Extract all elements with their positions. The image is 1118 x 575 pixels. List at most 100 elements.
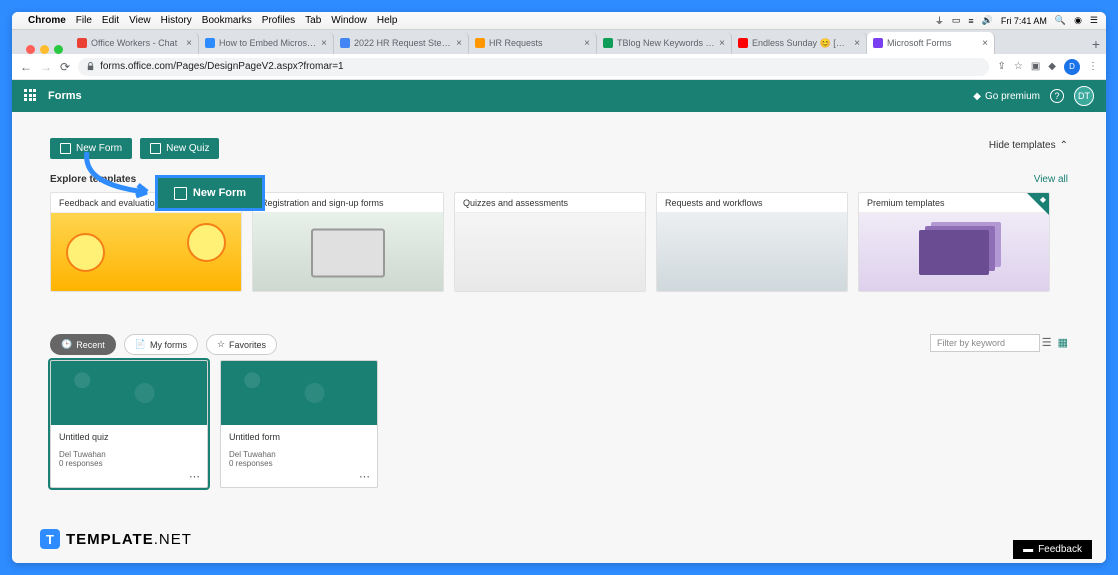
filter-placeholder: Filter by keyword: [937, 338, 1005, 348]
clock[interactable]: Fri 7:41 AM: [1001, 16, 1047, 26]
wifi2-icon[interactable]: ≡: [968, 16, 973, 26]
watermark-suffix: .NET: [154, 531, 192, 548]
callout-label: New Form: [193, 187, 246, 199]
premium-badge-icon: [1027, 193, 1049, 215]
mac-app[interactable]: Chrome: [28, 15, 66, 26]
template-logo-icon: T: [40, 529, 60, 549]
form-thumb: [51, 361, 207, 425]
browser-tab[interactable]: TBlog New Keywords Sheet×: [597, 32, 732, 54]
browser-tab[interactable]: How to Embed Microsoft Form×: [199, 32, 334, 54]
browser-tab[interactable]: Microsoft Forms×: [867, 32, 995, 54]
chat-icon: ▬: [1023, 544, 1033, 555]
favicon-icon: [873, 38, 883, 48]
form-icon: [60, 143, 71, 154]
new-form-callout: New Form: [155, 175, 265, 211]
lock-icon: [86, 62, 95, 71]
template-card[interactable]: Registration and sign-up forms: [252, 192, 444, 292]
profile-avatar[interactable]: D: [1064, 59, 1080, 75]
app-launcher-icon[interactable]: [24, 89, 38, 103]
more-icon[interactable]: ⋯: [189, 470, 201, 483]
favicon-icon: [77, 38, 87, 48]
close-tab-icon[interactable]: ×: [321, 38, 327, 49]
volume-icon[interactable]: 🔊: [982, 15, 993, 26]
pill-label: Recent: [76, 340, 105, 350]
filter-pill[interactable]: 📄My forms: [124, 334, 198, 355]
template-card[interactable]: Premium templates: [858, 192, 1050, 292]
template-card[interactable]: Requests and workflows: [656, 192, 848, 292]
filter-pill[interactable]: ☆Favorites: [206, 334, 277, 355]
form-owner: Del Tuwahan: [229, 450, 369, 459]
favicon-icon: [475, 38, 485, 48]
browser-toolbar: ← → ⟳ forms.office.com/Pages/DesignPageV…: [12, 54, 1106, 80]
mac-menu-file[interactable]: File: [76, 15, 92, 26]
browser-tab[interactable]: Endless Sunday 😊 [Chill… ×: [732, 32, 867, 54]
address-bar[interactable]: forms.office.com/Pages/DesignPageV2.aspx…: [78, 58, 989, 76]
mac-menu-window[interactable]: Window: [331, 15, 367, 26]
tab-title: Office Workers - Chat: [91, 38, 182, 48]
browser-tab[interactable]: 2022 HR Request Steps - Goo ×: [334, 32, 469, 54]
search-icon[interactable]: 🔍: [1055, 15, 1066, 26]
mac-menu-edit[interactable]: Edit: [102, 15, 119, 26]
help-button[interactable]: ?: [1050, 89, 1064, 103]
template-card[interactable]: Quizzes and assessments: [454, 192, 646, 292]
pill-icon: 📄: [135, 339, 146, 350]
list-view-icon[interactable]: ☰: [1042, 336, 1052, 349]
ext-icon[interactable]: ▣: [1031, 61, 1040, 72]
form-responses: 0 responses: [229, 459, 369, 468]
form-title: Untitled form: [229, 432, 369, 442]
view-all-link[interactable]: View all: [1034, 174, 1068, 185]
mac-menu-bookmarks[interactable]: Bookmarks: [202, 15, 252, 26]
mac-menu-help[interactable]: Help: [377, 15, 398, 26]
app-brand: Forms: [48, 90, 82, 102]
template-thumb: [253, 213, 443, 292]
favicon-icon: [738, 38, 748, 48]
pill-icon: ☆: [217, 339, 225, 350]
filter-input[interactable]: Filter by keyword: [930, 334, 1040, 352]
feedback-label: Feedback: [1038, 544, 1082, 555]
reload-button[interactable]: ⟳: [60, 60, 70, 74]
grid-view-icon[interactable]: ▦: [1058, 336, 1068, 349]
kebab-icon[interactable]: ⋮: [1088, 61, 1098, 72]
mac-menu-profiles[interactable]: Profiles: [262, 15, 295, 26]
pill-icon: 🕒: [61, 339, 72, 350]
mac-menu-history[interactable]: History: [161, 15, 192, 26]
share-icon[interactable]: ⇪: [997, 61, 1005, 72]
close-tab-icon[interactable]: ×: [186, 38, 192, 49]
battery-icon[interactable]: ▭: [952, 15, 961, 26]
new-tab-button[interactable]: +: [1086, 34, 1106, 54]
user-avatar[interactable]: DT: [1074, 86, 1094, 106]
siri-icon[interactable]: ◉: [1074, 15, 1082, 26]
more-icon[interactable]: ⋯: [359, 470, 371, 483]
go-premium-button[interactable]: ◆ Go premium: [973, 91, 1040, 102]
back-button[interactable]: ←: [20, 60, 32, 74]
form-card[interactable]: Untitled form Del Tuwahan0 responses ⋯: [220, 360, 378, 488]
explore-templates-heading: Explore templates: [50, 174, 136, 185]
menu-icon[interactable]: ☰: [1090, 15, 1098, 26]
ext2-icon[interactable]: ◆: [1048, 61, 1056, 72]
new-quiz-button[interactable]: New Quiz: [140, 138, 219, 159]
close-tab-icon[interactable]: ×: [982, 38, 988, 49]
tab-title: Endless Sunday 😊 [Chill…: [752, 38, 850, 49]
window-min-icon[interactable]: [40, 45, 49, 54]
close-tab-icon[interactable]: ×: [456, 38, 462, 49]
hide-templates-toggle[interactable]: Hide templates⌃: [989, 140, 1068, 151]
wifi-icon[interactable]: ⏚: [935, 14, 944, 27]
window-close-icon[interactable]: [26, 45, 35, 54]
star-icon[interactable]: ☆: [1014, 61, 1023, 72]
filter-pill[interactable]: 🕒 Recent: [50, 334, 116, 355]
close-tab-icon[interactable]: ×: [584, 38, 590, 49]
new-form-button[interactable]: New Form: [50, 138, 132, 159]
watermark: T TEMPLATE.NET: [40, 529, 192, 549]
close-tab-icon[interactable]: ×: [854, 38, 860, 49]
form-card[interactable]: Untitled quizDel Tuwahan0 responses⋯: [50, 360, 208, 488]
mac-menu-tab[interactable]: Tab: [305, 15, 321, 26]
form-title: Untitled quiz: [59, 432, 199, 442]
window-max-icon[interactable]: [54, 45, 63, 54]
mac-menu-view[interactable]: View: [129, 15, 151, 26]
browser-tab[interactable]: Office Workers - Chat ×: [71, 32, 199, 54]
browser-tab[interactable]: HR Requests×: [469, 32, 597, 54]
forward-button[interactable]: →: [40, 60, 52, 74]
tab-title: 2022 HR Request Steps - Goo: [354, 38, 452, 48]
feedback-button[interactable]: ▬ Feedback: [1013, 540, 1092, 559]
close-tab-icon[interactable]: ×: [719, 38, 725, 49]
